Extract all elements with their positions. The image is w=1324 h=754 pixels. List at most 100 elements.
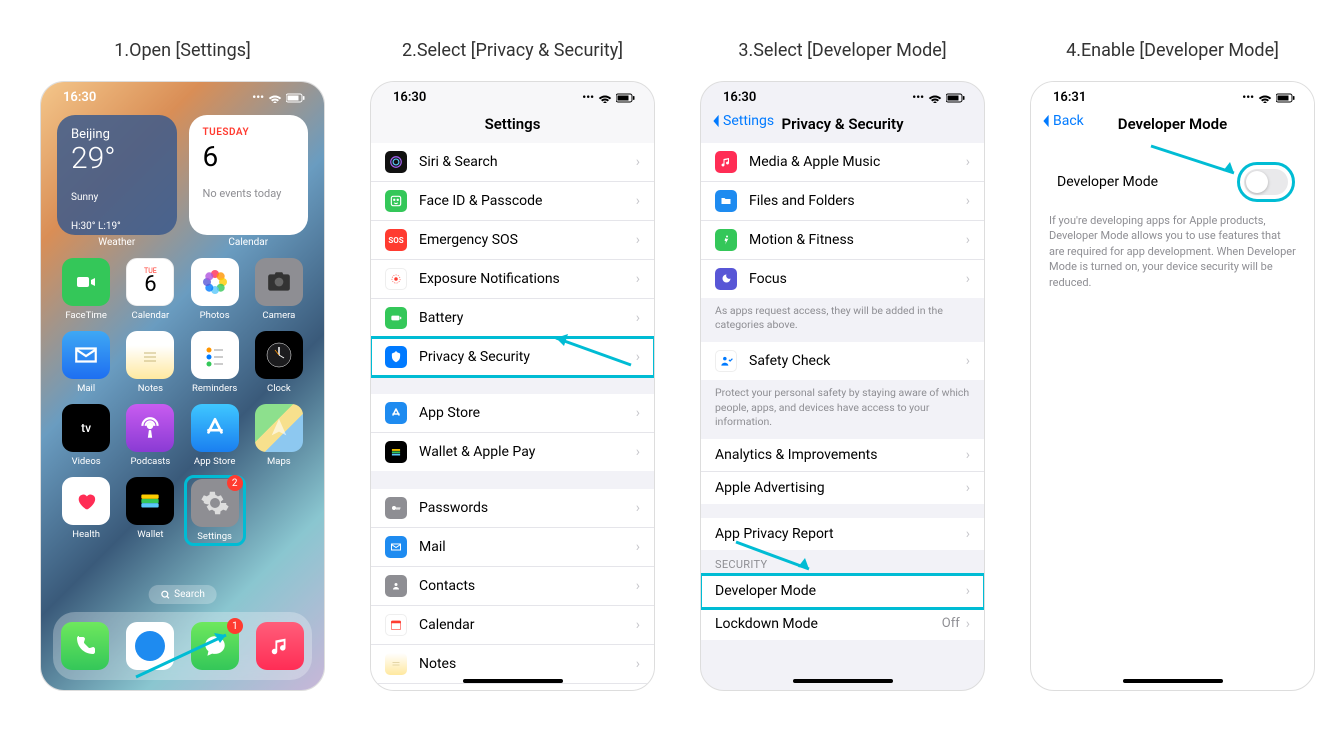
status-icons-3: ••• (912, 91, 966, 104)
row-analytics[interactable]: Analytics & Improvements› (701, 439, 984, 472)
messages-badge: 1 (227, 618, 243, 634)
row-safety[interactable]: Safety Check› (701, 342, 984, 380)
row-contacts[interactable]: Contacts› (371, 567, 654, 606)
app-clock[interactable]: Clock (250, 331, 308, 394)
weather-widget[interactable]: Beijing 29° Sunny H:30° L:19° (57, 115, 177, 235)
app-settings[interactable]: 2Settings (186, 477, 244, 544)
row-advertising[interactable]: Apple Advertising› (701, 472, 984, 504)
row-faceid[interactable]: Face ID & Passcode› (371, 182, 654, 221)
cal-events: No events today (203, 187, 295, 200)
app-grid: FaceTime TUE6Calendar Photos Camera Mail… (41, 254, 324, 544)
step-3-label: 3.Select [Developer Mode] (738, 40, 946, 61)
row-developer-mode[interactable]: Developer Mode› (701, 575, 984, 608)
row-wallet[interactable]: Wallet & Apple Pay› (371, 433, 654, 471)
phone-1: 16:30 ••• Beijing 29° Sunny H:30° L:19° (40, 81, 325, 691)
app-health[interactable]: Health (57, 477, 115, 544)
app-photos[interactable]: Photos (186, 258, 244, 321)
step-1-label: 1.Open [Settings] (114, 40, 251, 61)
dock-safari[interactable] (126, 622, 174, 670)
widget-labels: Weather Calendar (41, 235, 324, 254)
step-4-label: 4.Enable [Developer Mode] (1066, 40, 1279, 61)
step-2-label: 2.Select [Privacy & Security] (402, 40, 623, 61)
navbar-3: Settings Privacy & Security (701, 109, 984, 143)
row-battery[interactable]: Battery› (371, 299, 654, 338)
row-exposure[interactable]: Exposure Notifications› (371, 260, 654, 299)
step-1: 1.Open [Settings] 16:30 ••• Beijing 29° … (40, 40, 325, 691)
weather-hilo: H:30° L:19° (71, 221, 163, 232)
app-videos[interactable]: tvVideos (57, 404, 115, 467)
time-1: 16:30 (63, 90, 96, 105)
row-files[interactable]: Files and Folders› (701, 182, 984, 221)
settings-title: Settings (383, 115, 642, 133)
devmode-toggle[interactable] (1244, 169, 1288, 195)
row-sos[interactable]: SOSEmergency SOS› (371, 221, 654, 260)
row-privacy-security[interactable]: Privacy & Security› (371, 338, 654, 376)
step-4: 4.Enable [Developer Mode] 16:31 ••• Back… (1030, 40, 1315, 691)
settings-list-1: Siri & Search› Face ID & Passcode› SOSEm… (371, 143, 654, 376)
home-indicator-3 (793, 679, 893, 683)
lockdown-value: Off (942, 616, 960, 631)
row-reminders[interactable]: Reminders› (371, 684, 654, 691)
app-camera[interactable]: Camera (250, 258, 308, 321)
dock-messages[interactable]: 1 (191, 622, 239, 670)
tutorial-container: 1.Open [Settings] 16:30 ••• Beijing 29° … (0, 0, 1324, 691)
search-label: Search (174, 589, 205, 600)
weather-city: Beijing (71, 127, 163, 142)
app-maps[interactable]: Maps (250, 404, 308, 467)
home-indicator-2 (463, 679, 563, 683)
app-wallet[interactable]: Wallet (121, 477, 179, 544)
note-2: Protect your personal safety by staying … (701, 380, 984, 439)
row-lockdown[interactable]: Lockdown ModeOff› (701, 608, 984, 640)
phone-3: 16:30 ••• Settings Privacy & Security Me… (700, 81, 985, 691)
step-2: 2.Select [Privacy & Security] 16:30 ••• … (370, 40, 655, 691)
dock: 1 (53, 612, 312, 680)
privacy-g4: App Privacy Report› (701, 518, 984, 550)
privacy-g1: Media & Apple Music› Files and Folders› … (701, 143, 984, 298)
statusbar-1: 16:30 ••• (41, 82, 324, 109)
settings-list-2: App Store› Wallet & Apple Pay› (371, 394, 654, 471)
back-3[interactable]: Settings (711, 113, 774, 129)
devmode-toggle-row: Developer Mode (1043, 157, 1302, 207)
calendar-widget[interactable]: TUESDAY 6 No events today (189, 115, 309, 235)
row-motion[interactable]: Motion & Fitness› (701, 221, 984, 260)
search-pill[interactable]: Search (148, 585, 217, 604)
devmode-desc: If you're developing apps for Apple prod… (1031, 213, 1314, 290)
weather-temp: 29° (71, 144, 163, 174)
status-icons-2: ••• (582, 91, 636, 104)
row-siri[interactable]: Siri & Search› (371, 143, 654, 182)
time-4: 16:31 (1053, 90, 1086, 105)
row-appstore[interactable]: App Store› (371, 394, 654, 433)
app-reminders[interactable]: Reminders (186, 331, 244, 394)
row-focus[interactable]: Focus› (701, 260, 984, 298)
row-mail[interactable]: Mail› (371, 528, 654, 567)
security-header: SECURITY (701, 550, 984, 575)
app-appstore[interactable]: App Store (186, 404, 244, 467)
row-privacy-report[interactable]: App Privacy Report› (701, 518, 984, 550)
privacy-g5: Developer Mode› Lockdown ModeOff› (701, 575, 984, 640)
note-1: As apps request access, they will be add… (701, 298, 984, 342)
navbar-4: Back Developer Mode (1031, 109, 1314, 143)
app-calendar[interactable]: TUE6Calendar (121, 258, 179, 321)
app-podcasts[interactable]: Podcasts (121, 404, 179, 467)
app-notes[interactable]: Notes (121, 331, 179, 394)
dock-phone[interactable] (61, 622, 109, 670)
home-screen: 16:30 ••• Beijing 29° Sunny H:30° L:19° (41, 82, 324, 690)
phone-4: 16:31 ••• Back Developer Mode Developer … (1030, 81, 1315, 691)
row-calendar[interactable]: Calendar› (371, 606, 654, 645)
settings-badge: 2 (227, 475, 243, 491)
back-4[interactable]: Back (1041, 113, 1084, 129)
time-2: 16:30 (393, 90, 426, 105)
dock-music[interactable] (256, 622, 304, 670)
row-passwords[interactable]: Passwords› (371, 489, 654, 528)
home-indicator-4 (1123, 679, 1223, 683)
status-icons-1: ••• (252, 91, 306, 104)
time-3: 16:30 (723, 90, 756, 105)
app-facetime[interactable]: FaceTime (57, 258, 115, 321)
cal-day: TUESDAY (203, 127, 295, 138)
weather-cond: Sunny (71, 192, 163, 203)
cal-date: 6 (203, 140, 295, 173)
statusbar-2: 16:30 ••• (371, 82, 654, 109)
app-mail[interactable]: Mail (57, 331, 115, 394)
settings-list-3: Passwords› Mail› Contacts› Calendar› Not… (371, 489, 654, 691)
row-media[interactable]: Media & Apple Music› (701, 143, 984, 182)
